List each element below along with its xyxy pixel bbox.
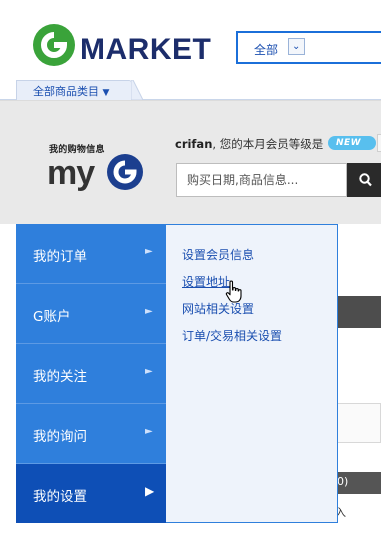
chevron-right-icon: ▶	[145, 484, 155, 498]
badge-label: NEW	[336, 138, 362, 148]
chevron-right-icon: ►	[145, 306, 153, 317]
menu-item-label: 我的关注	[33, 369, 87, 385]
menu-item-my-settings[interactable]: 我的设置 ▶	[16, 464, 166, 523]
svg-text:my: my	[47, 154, 95, 192]
menu-item-label: 我的询问	[33, 429, 87, 445]
chevron-down-icon: ▼	[102, 88, 110, 98]
chevron-right-icon: ►	[145, 366, 153, 377]
gmarket-logo[interactable]: MARKET	[31, 22, 216, 68]
badge-extra-box	[377, 134, 381, 152]
submenu-address-settings[interactable]: 设置地址	[182, 273, 230, 290]
myg-logo[interactable]: my	[47, 152, 151, 192]
search-icon	[359, 173, 372, 187]
search-scope-select[interactable]: 全部 ⌄	[236, 31, 381, 64]
menu-item-label: G账户	[33, 309, 71, 325]
chevron-right-icon: ►	[145, 246, 153, 257]
chevron-right-icon: ►	[145, 426, 153, 437]
svg-text:MARKET: MARKET	[80, 33, 211, 66]
menu-item-label: 我的订单	[33, 249, 87, 265]
user-name[interactable]: crifan	[175, 137, 212, 151]
submenu-member-info[interactable]: 设置会员信息	[182, 246, 254, 263]
member-level-text: crifan, 您的本月会员等级是	[175, 137, 324, 151]
category-tab-edge	[131, 80, 143, 100]
settings-submenu-panel	[166, 224, 338, 523]
menu-item-my-orders[interactable]: 我的订单 ►	[16, 224, 166, 284]
order-search-input[interactable]	[177, 164, 346, 196]
hand-pointer-icon	[225, 280, 242, 303]
menu-item-label: 我的设置	[33, 489, 87, 505]
menu-item-my-follows[interactable]: 我的关注 ►	[16, 344, 166, 404]
order-search-field[interactable]	[176, 163, 347, 197]
menu-item-my-inquiries[interactable]: 我的询问 ►	[16, 404, 166, 464]
category-tab-label[interactable]: 全部商品类目 ▼	[33, 83, 109, 99]
background-count-text: 0)	[337, 475, 349, 488]
submenu-order-settings[interactable]: 订单/交易相关设置	[182, 327, 282, 344]
menu-item-g-account[interactable]: G账户 ►	[16, 284, 166, 344]
search-scope-label: 全部	[254, 43, 279, 57]
search-button[interactable]	[347, 163, 381, 197]
chevron-down-icon[interactable]: ⌄	[288, 38, 305, 55]
page: MARKET 全部 ⌄ 全部商品类目 ▼ 我的购物信息 my crifan, 您…	[0, 0, 381, 533]
